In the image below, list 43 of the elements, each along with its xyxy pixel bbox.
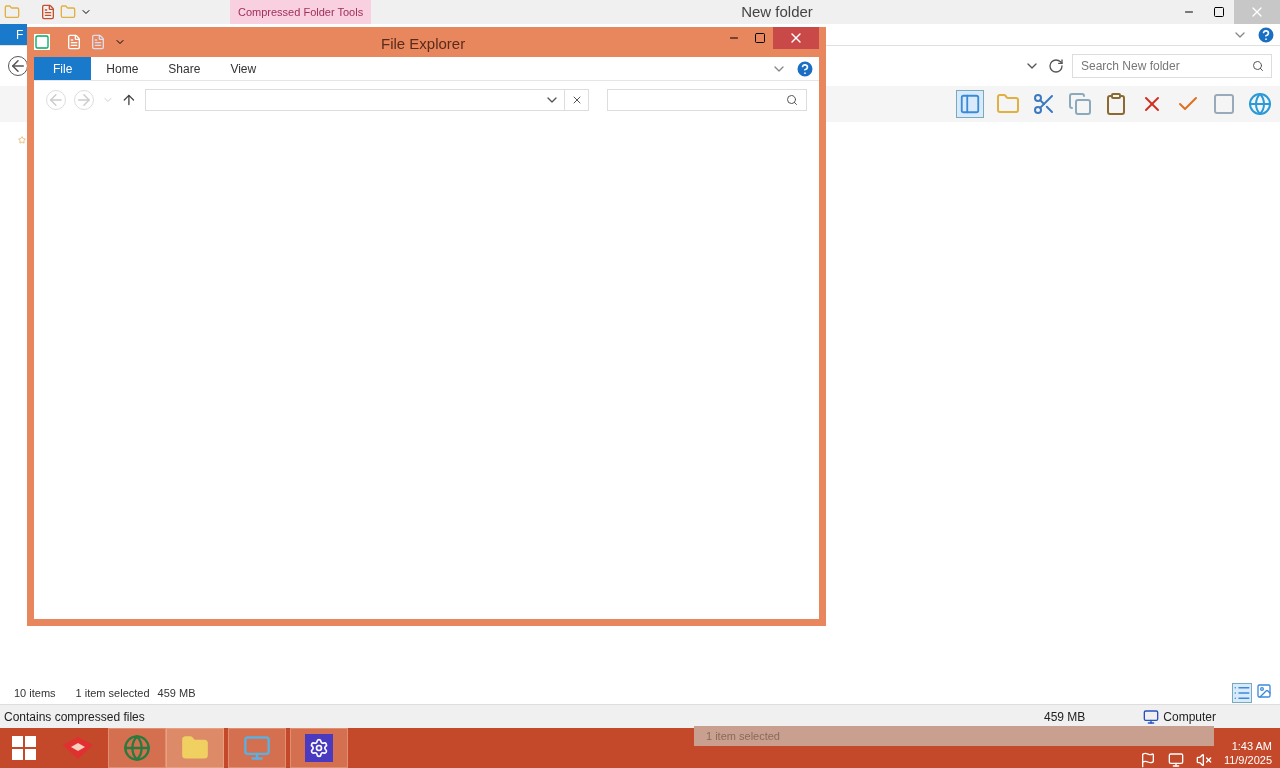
address-field[interactable] xyxy=(145,89,590,111)
star-icon[interactable] xyxy=(18,136,26,144)
location-label: Computer xyxy=(1163,708,1216,726)
details-size: 459 MB xyxy=(1043,708,1086,726)
ribbon-tab[interactable]: F xyxy=(0,24,27,45)
selection-status: 1 item selected xyxy=(75,685,150,701)
help-icon[interactable] xyxy=(795,58,815,79)
selection-size: 459 MB xyxy=(157,685,196,701)
large-icons-view-icon[interactable] xyxy=(1256,683,1272,699)
copy-icon[interactable] xyxy=(1068,92,1092,116)
window-icon[interactable] xyxy=(34,34,50,50)
ribbon-tab[interactable]: View xyxy=(215,57,272,80)
clock[interactable]: 1:43 AM 11/9/2025 xyxy=(1223,740,1272,768)
network-icon[interactable] xyxy=(1167,751,1184,768)
details-description: Contains compressed files xyxy=(4,708,145,726)
preview-pane-icon[interactable] xyxy=(956,90,984,118)
action-center-icon[interactable] xyxy=(1139,751,1156,768)
search-icon xyxy=(786,94,798,106)
item-count: 10 items xyxy=(14,685,56,701)
ribbon-tab[interactable]: Home xyxy=(91,57,154,80)
details-view-icon[interactable] xyxy=(1232,683,1252,703)
windows-logo-icon xyxy=(11,735,37,761)
ribbon-tab[interactable]: File xyxy=(34,57,92,80)
window-title: File Explorer xyxy=(381,34,466,54)
paste-icon[interactable] xyxy=(1104,92,1128,116)
taskbar-app-icon[interactable] xyxy=(290,728,348,768)
preview-text: 1 item selected xyxy=(706,728,780,744)
folder-icon[interactable] xyxy=(996,92,1020,116)
ribbon-tab[interactable]: Share xyxy=(153,57,216,80)
volume-muted-icon[interactable] xyxy=(1195,751,1212,768)
contextual-tab-label: Compressed Folder Tools xyxy=(230,0,372,24)
globe-icon[interactable] xyxy=(1248,92,1272,116)
search-field[interactable]: Search New folder xyxy=(1072,54,1272,78)
window-title: New folder xyxy=(741,1,813,22)
cut-icon[interactable] xyxy=(1032,92,1056,116)
refresh-icon[interactable] xyxy=(1048,58,1064,74)
restore-icon xyxy=(1213,6,1225,18)
search-field[interactable] xyxy=(607,89,807,111)
folder-icon[interactable] xyxy=(4,4,20,20)
help-icon[interactable] xyxy=(1256,24,1276,45)
computer-icon xyxy=(1143,708,1160,725)
maximize-icon xyxy=(754,32,766,44)
search-icon xyxy=(1252,60,1264,72)
